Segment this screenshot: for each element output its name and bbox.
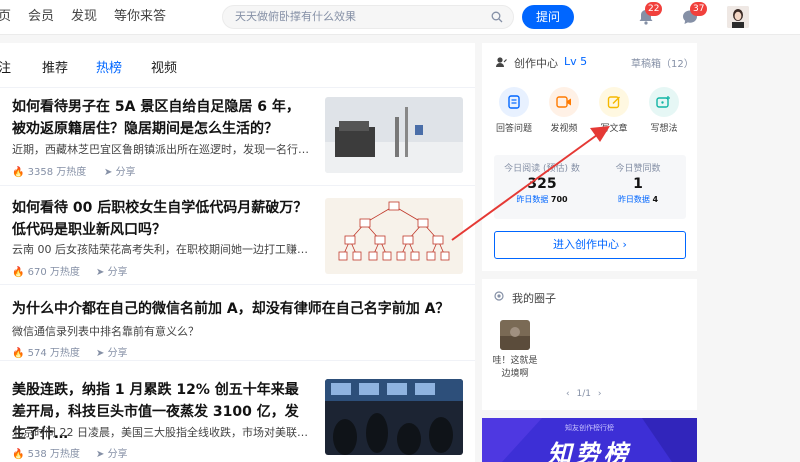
stat-value: 1 [633,176,643,192]
nav-member[interactable]: 会员 [28,0,54,34]
feed-panel: 注 推荐 热榜 视频 如何看待男子在 5A 景区自给自足隐居 6 年，被劝返原籍… [0,43,475,462]
thumbnail-image[interactable] [325,97,463,173]
share-button[interactable]: ➤ 分享 [96,445,128,460]
post-video-button[interactable]: 发视频 [540,87,588,134]
thought-icon [656,96,670,108]
question-excerpt: 云南 00 后女孩陆荣花高考失利，在职校期间她一边打工赚学… [12,243,312,256]
question-title[interactable]: 如何看待男子在 5A 景区自给自足隐居 6 年，被劝返原籍居住？隐居期间是怎么生… [12,96,312,140]
share-icon: ➤ [96,449,108,460]
person-edit-icon [496,57,507,67]
my-circles-card: 我的圈子 哇！这就是边境啊 ‹ 1/1 › [482,279,697,410]
tab-video[interactable]: 视频 [151,57,177,76]
share-label: 分享 [107,267,128,278]
item-meta: 🔥 538 万热度 ➤ 分享 [12,445,128,460]
share-icon: ➤ [96,267,108,278]
fire-icon: 🔥 [12,167,25,178]
tool-label: 回答问题 [495,124,532,134]
write-article-button[interactable]: 写文章 [590,87,638,134]
banner-title: 知势榜 [547,440,632,462]
creator-level[interactable]: Lv 5 [564,55,587,68]
question-excerpt: 北京时间 22 日凌晨，美国三大股指全线收跌，市场对美联储… [12,426,312,439]
stat-label: 今日阅读 (预估) 数 [504,164,580,174]
stat-sub-label[interactable]: 昨日数据 [516,195,548,204]
thumbnail-image[interactable] [325,198,463,274]
feed-tabs: 注 推荐 热榜 视频 [0,43,475,88]
avatar[interactable] [727,6,749,28]
pager-status: 1/1 [576,389,591,399]
share-label: 分享 [107,449,128,460]
stat-likes: 今日赞同数 1 昨日数据 4 [590,155,686,205]
heat-count: 538 万热度 [27,449,80,460]
pager-next-icon[interactable]: › [598,389,602,399]
stat-sub-value: 4 [652,195,659,204]
search-icon[interactable] [491,11,503,23]
thumbnail-image[interactable] [325,379,463,455]
circles-title: 我的圈子 [512,292,556,305]
share-label: 分享 [107,348,128,359]
question-title[interactable]: 如何看待 00 后职校女生自学低代码月薪破万？低代码是职业新风口吗？ [12,197,312,241]
share-icon: ➤ [104,167,116,178]
circles-pager: ‹ 1/1 › [566,389,601,399]
circle-icon [494,291,504,301]
tab-recommend[interactable]: 推荐 [42,57,68,76]
stat-label: 今日赞同数 [615,164,661,174]
nav-discover[interactable]: 发现 [71,0,97,34]
list-item[interactable]: 美股连跌，纳指 1 月累跌 12% 创五十年来最差开局，科技巨头市值一夜蒸发 3… [0,361,475,462]
creator-center-card: 创作中心 Lv 5 草稿箱（12） 回答问题 发视频 写文章 写想法 今日阅读 … [482,43,697,271]
top-bar: 页 会员 发现 等你来答 天天做俯卧撑有什么效果 提问 22 37 [0,0,800,35]
enter-creator-center-button[interactable]: 进入创作中心 › [494,231,686,259]
fire-icon: 🔥 [12,267,25,278]
video-icon [556,96,571,108]
ranking-banner[interactable]: 知友创作榜行榜 知势榜 [482,418,697,462]
notification-badge: 22 [645,2,663,16]
item-meta: 🔥 3358 万热度 ➤ 分享 [12,163,136,178]
creator-title[interactable]: 创作中心 [514,55,558,71]
nav-waiting-answers[interactable]: 等你来答 [114,0,166,34]
banner-subtitle: 知友创作榜行榜 [565,424,614,432]
circle-thumbnail[interactable] [500,320,530,350]
item-meta: 🔥 574 万热度 ➤ 分享 [12,344,128,359]
list-item[interactable]: 如何看待男子在 5A 景区自给自足隐居 6 年，被劝返原籍居住？隐居期间是怎么生… [0,87,475,186]
tab-hot[interactable]: 热榜 [96,57,122,76]
tool-label: 发视频 [550,124,578,134]
question-title[interactable]: 为什么中介都在自己的微信名前加 A，却没有律师在自己名字前加 A？ [12,298,452,320]
share-button[interactable]: ➤ 分享 [96,263,128,278]
search-box[interactable]: 天天做俯卧撑有什么效果 [222,5,514,29]
circle-name[interactable]: 哇！这就是边境啊 [492,355,538,381]
list-item[interactable]: 如何看待 00 后职校女生自学低代码月薪破万？低代码是职业新风口吗？ 云南 00… [0,186,475,285]
heat-count: 670 万热度 [27,267,80,278]
drafts-link[interactable]: 草稿箱（12） [631,55,694,70]
question-excerpt: 微信通信录列表中排名靠前有意义么？ [12,325,199,338]
pager-prev-icon[interactable]: ‹ [566,389,570,399]
fire-icon: 🔥 [12,348,25,359]
heat-count: 574 万热度 [27,348,80,359]
answer-question-button[interactable]: 回答问题 [490,87,538,134]
item-meta: 🔥 670 万热度 ➤ 分享 [12,263,128,278]
pen-icon [607,96,620,109]
fire-icon: 🔥 [12,449,25,460]
write-thought-button[interactable]: 写想法 [640,87,688,134]
question-excerpt: 近期，西藏林芝巴宜区鲁朗镇派出所在巡逻时，发现一名行… [12,143,309,156]
stat-value: 325 [527,176,557,192]
nav-home[interactable]: 页 [0,0,11,34]
stat-sub-value: 700 [550,195,568,204]
tool-label: 写想法 [650,124,678,134]
share-icon: ➤ [96,348,108,359]
share-button[interactable]: ➤ 分享 [104,163,136,178]
message-badge: 37 [690,2,708,16]
ask-button[interactable]: 提问 [522,5,574,29]
list-item[interactable]: 为什么中介都在自己的微信名前加 A，却没有律师在自己名字前加 A？ 微信通信录列… [0,285,475,361]
stats-panel: 今日阅读 (预估) 数 325 昨日数据 700 今日赞同数 1 昨日数据 4 [494,155,686,219]
tab-follow[interactable]: 注 [0,57,11,76]
share-button[interactable]: ➤ 分享 [96,344,128,359]
tool-label: 写文章 [600,124,628,134]
stat-reads: 今日阅读 (预估) 数 325 昨日数据 700 [494,155,590,205]
search-input[interactable]: 天天做俯卧撑有什么效果 [235,6,356,28]
document-icon [508,95,520,109]
share-label: 分享 [115,167,136,178]
stat-sub-label[interactable]: 昨日数据 [618,195,650,204]
heat-count: 3358 万热度 [27,167,87,178]
